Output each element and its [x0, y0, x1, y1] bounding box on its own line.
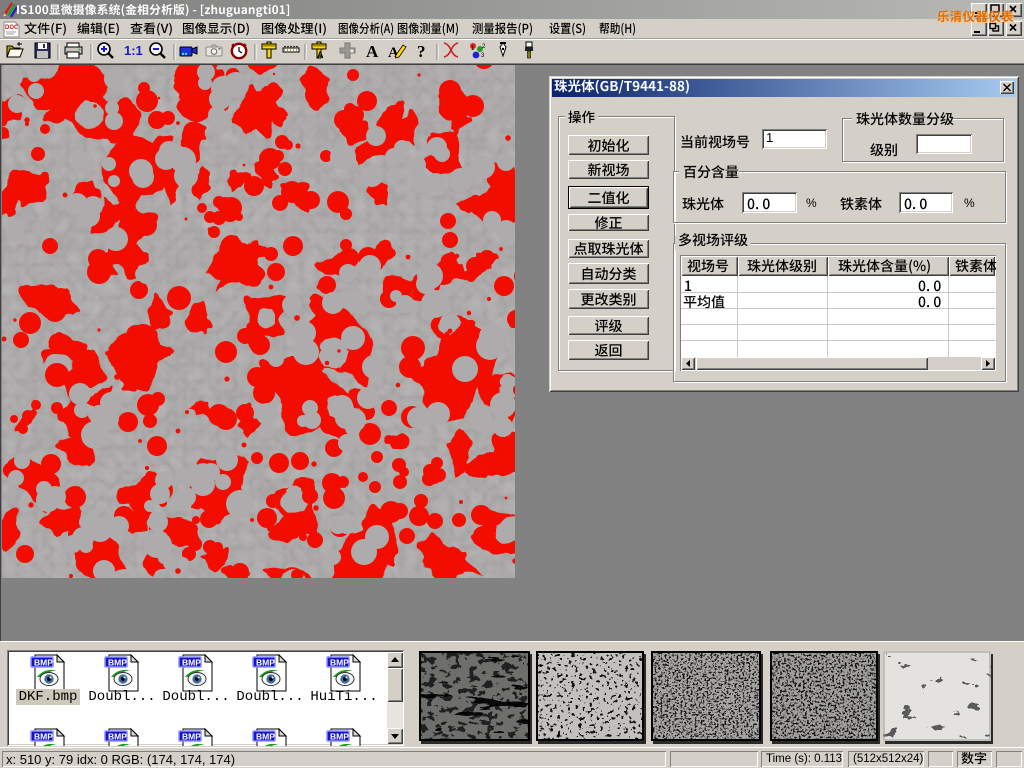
svg-text:BMP: BMP — [182, 658, 201, 668]
svg-text:2: 2 — [482, 44, 486, 50]
svg-text:BMP: BMP — [182, 732, 201, 742]
svg-text:BMP: BMP — [108, 732, 127, 742]
svg-text:BMP: BMP — [330, 732, 349, 742]
svg-text:?: ? — [417, 42, 426, 61]
svg-text:BMP: BMP — [256, 732, 275, 742]
svg-text:DOC: DOC — [5, 25, 19, 31]
svg-text:BMP: BMP — [330, 658, 349, 668]
svg-text:BMP: BMP — [34, 732, 53, 742]
svg-text:BMP: BMP — [108, 658, 127, 668]
svg-text:A: A — [366, 42, 379, 61]
svg-text:BMP: BMP — [34, 658, 53, 668]
svg-text:3: 3 — [481, 53, 485, 59]
svg-text:A: A — [317, 50, 324, 60]
svg-text:BMP: BMP — [256, 658, 275, 668]
svg-text:1:1: 1:1 — [124, 43, 143, 58]
